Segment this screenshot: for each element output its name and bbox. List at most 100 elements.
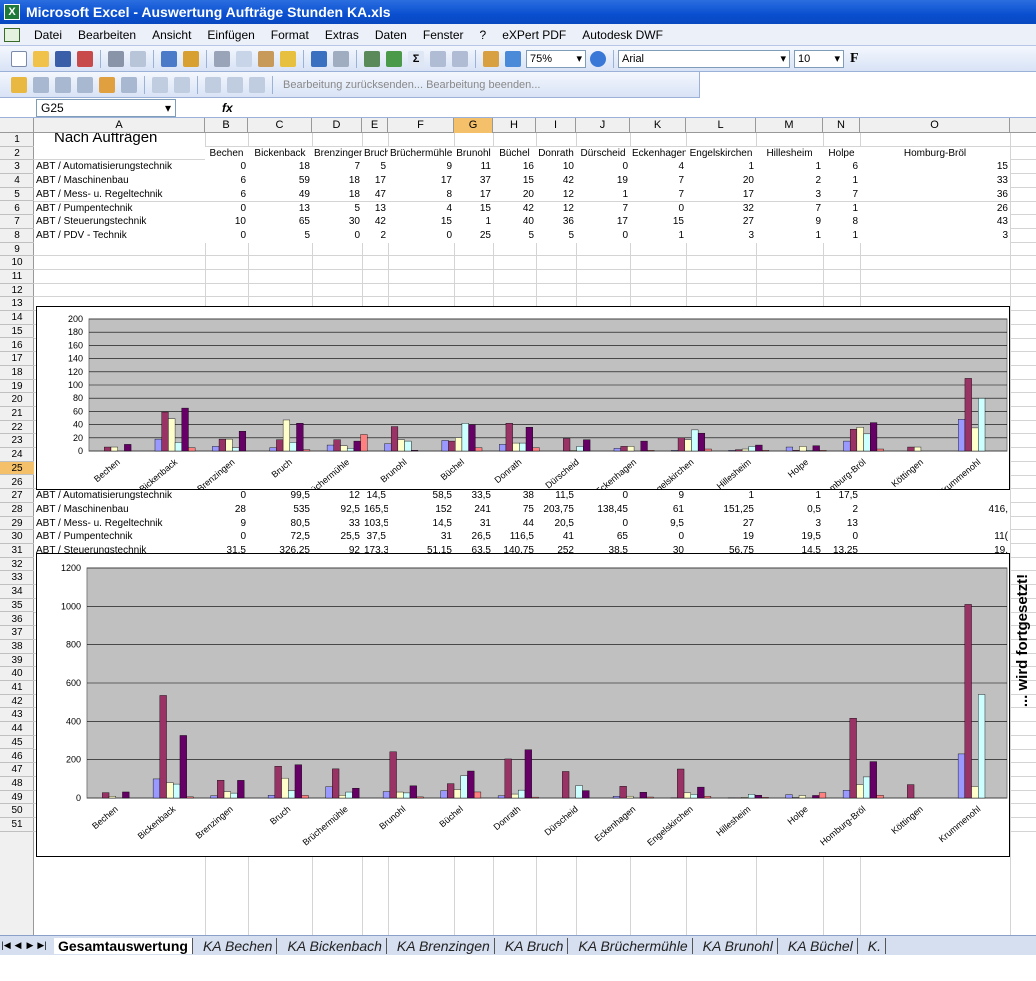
column-label[interactable]: Engelskirchen bbox=[686, 146, 756, 161]
cell[interactable]: 20,5 bbox=[536, 516, 576, 531]
cell[interactable]: 38 bbox=[493, 489, 536, 503]
copy-icon[interactable] bbox=[236, 50, 252, 67]
row-header[interactable]: 35 bbox=[0, 599, 34, 613]
help-icon[interactable] bbox=[590, 50, 606, 67]
research-icon[interactable] bbox=[183, 50, 199, 67]
cell[interactable]: 6 bbox=[205, 174, 248, 188]
cell[interactable]: 535 bbox=[248, 502, 312, 517]
cell[interactable]: 1 bbox=[823, 174, 860, 188]
cell[interactable]: 2 bbox=[756, 174, 823, 188]
row-label[interactable]: ABT / Automatisierungstechnik bbox=[34, 160, 205, 175]
menu-item[interactable]: Einfügen bbox=[199, 28, 262, 42]
cell[interactable]: 49 bbox=[248, 187, 312, 202]
font-select[interactable]: Arial ▾ bbox=[618, 49, 790, 68]
row-label[interactable]: ABT / Mess- u. Regeltechnik bbox=[34, 187, 205, 202]
cell[interactable]: 36 bbox=[536, 215, 576, 229]
review-icon[interactable] bbox=[249, 76, 265, 93]
cell[interactable]: 2 bbox=[362, 228, 388, 243]
sheet-tab[interactable]: KA Brunohl bbox=[699, 937, 778, 954]
row-header[interactable]: 37 bbox=[0, 626, 34, 640]
name-box[interactable]: G25 ▾ bbox=[36, 98, 176, 117]
cell[interactable]: 17,5 bbox=[823, 489, 860, 503]
row-header[interactable]: 3 bbox=[0, 160, 34, 175]
column-header[interactable]: A bbox=[34, 118, 205, 133]
column-header[interactable]: I bbox=[536, 118, 576, 133]
cell[interactable]: 1 bbox=[686, 160, 756, 175]
column-label[interactable]: Dürscheid bbox=[576, 146, 630, 161]
review-icon[interactable] bbox=[152, 76, 168, 93]
cell[interactable]: 7 bbox=[630, 187, 686, 202]
cell[interactable]: 26 bbox=[860, 201, 1010, 216]
cell[interactable]: 27 bbox=[686, 516, 756, 531]
row-header[interactable]: 26 bbox=[0, 476, 34, 490]
cell[interactable]: 25 bbox=[454, 228, 493, 243]
row-header[interactable]: 49 bbox=[0, 791, 34, 805]
cell[interactable]: 32 bbox=[686, 201, 756, 216]
cell[interactable]: 7 bbox=[576, 201, 630, 216]
cell[interactable]: 9 bbox=[756, 215, 823, 229]
column-label[interactable]: Hillesheim bbox=[756, 146, 823, 161]
cell[interactable]: 92,5 bbox=[312, 502, 362, 517]
menu-item[interactable]: Extras bbox=[317, 28, 367, 42]
bar-chart[interactable]: 0 200 400 600 800 1000 1200 Bechen Bickenback Bre… bbox=[36, 553, 1010, 857]
row-header[interactable]: 20 bbox=[0, 393, 34, 407]
cell[interactable]: 27 bbox=[686, 215, 756, 229]
row-header[interactable]: 43 bbox=[0, 708, 34, 723]
cell[interactable]: 7 bbox=[312, 160, 362, 175]
cell[interactable]: 116,5 bbox=[493, 530, 536, 544]
cell[interactable]: 15 bbox=[630, 215, 686, 229]
bold-button[interactable]: F bbox=[850, 51, 859, 67]
column-header[interactable]: E bbox=[362, 118, 388, 133]
cell[interactable]: 152 bbox=[388, 502, 454, 517]
open-folder-icon[interactable] bbox=[33, 50, 49, 67]
cell[interactable]: 6 bbox=[205, 187, 248, 202]
cell[interactable]: 2 bbox=[823, 502, 860, 517]
review-actions-text[interactable]: Bearbeitung zurücksenden... Bearbeitung … bbox=[283, 79, 540, 91]
row-header[interactable]: 10 bbox=[0, 256, 34, 270]
cell[interactable]: 13 bbox=[362, 201, 388, 216]
review-icon[interactable] bbox=[33, 76, 49, 93]
cell[interactable]: 3 bbox=[686, 228, 756, 243]
row-header[interactable]: 18 bbox=[0, 366, 34, 380]
cell[interactable]: 9 bbox=[630, 489, 686, 503]
row-header[interactable]: 21 bbox=[0, 407, 34, 421]
cell[interactable]: 203,75 bbox=[536, 502, 576, 517]
row-header[interactable]: 36 bbox=[0, 613, 34, 627]
review-icon[interactable] bbox=[227, 76, 243, 93]
sheet-tab[interactable]: KA Bickenbach bbox=[283, 937, 387, 954]
cell[interactable]: 5 bbox=[493, 228, 536, 243]
row-header[interactable]: 31 bbox=[0, 544, 34, 558]
sheet-tab[interactable]: KA Bechen bbox=[199, 937, 278, 954]
cell[interactable]: 15 bbox=[388, 215, 454, 229]
cell[interactable]: 19,5 bbox=[756, 530, 823, 544]
cell[interactable]: 0 bbox=[205, 228, 248, 243]
sort-descending-icon[interactable] bbox=[452, 50, 468, 67]
drawing-icon[interactable] bbox=[505, 50, 521, 67]
cell[interactable]: 11( bbox=[860, 530, 1010, 544]
cell[interactable]: 138,45 bbox=[576, 502, 630, 517]
cell[interactable]: 3 bbox=[756, 516, 823, 531]
cell[interactable]: 0 bbox=[312, 228, 362, 243]
cell[interactable]: 43 bbox=[860, 215, 1010, 229]
print-icon[interactable] bbox=[108, 50, 124, 67]
cell[interactable]: 0 bbox=[205, 160, 248, 175]
cell[interactable]: 37 bbox=[454, 174, 493, 188]
cell[interactable]: 1 bbox=[823, 201, 860, 216]
hyperlink-icon[interactable] bbox=[364, 50, 380, 67]
cell[interactable]: 9,5 bbox=[630, 516, 686, 531]
cell[interactable]: 36 bbox=[860, 187, 1010, 202]
cell[interactable]: 165,5 bbox=[362, 502, 388, 517]
cell[interactable]: 33,5 bbox=[454, 489, 493, 503]
cell[interactable]: 0 bbox=[576, 228, 630, 243]
row-header[interactable]: 9 bbox=[0, 243, 34, 257]
cell[interactable] bbox=[860, 516, 1010, 531]
menu-item[interactable]: Autodesk DWF bbox=[574, 28, 671, 42]
cell[interactable]: 15 bbox=[860, 160, 1010, 175]
row-header[interactable]: 25 bbox=[0, 461, 34, 476]
cell[interactable]: 13 bbox=[823, 516, 860, 531]
row-header[interactable]: 13 bbox=[0, 297, 34, 312]
cell[interactable]: 42 bbox=[536, 174, 576, 188]
menu-item[interactable]: Bearbeiten bbox=[70, 28, 144, 42]
cell[interactable]: 17 bbox=[686, 187, 756, 202]
cell[interactable]: 1 bbox=[454, 215, 493, 229]
